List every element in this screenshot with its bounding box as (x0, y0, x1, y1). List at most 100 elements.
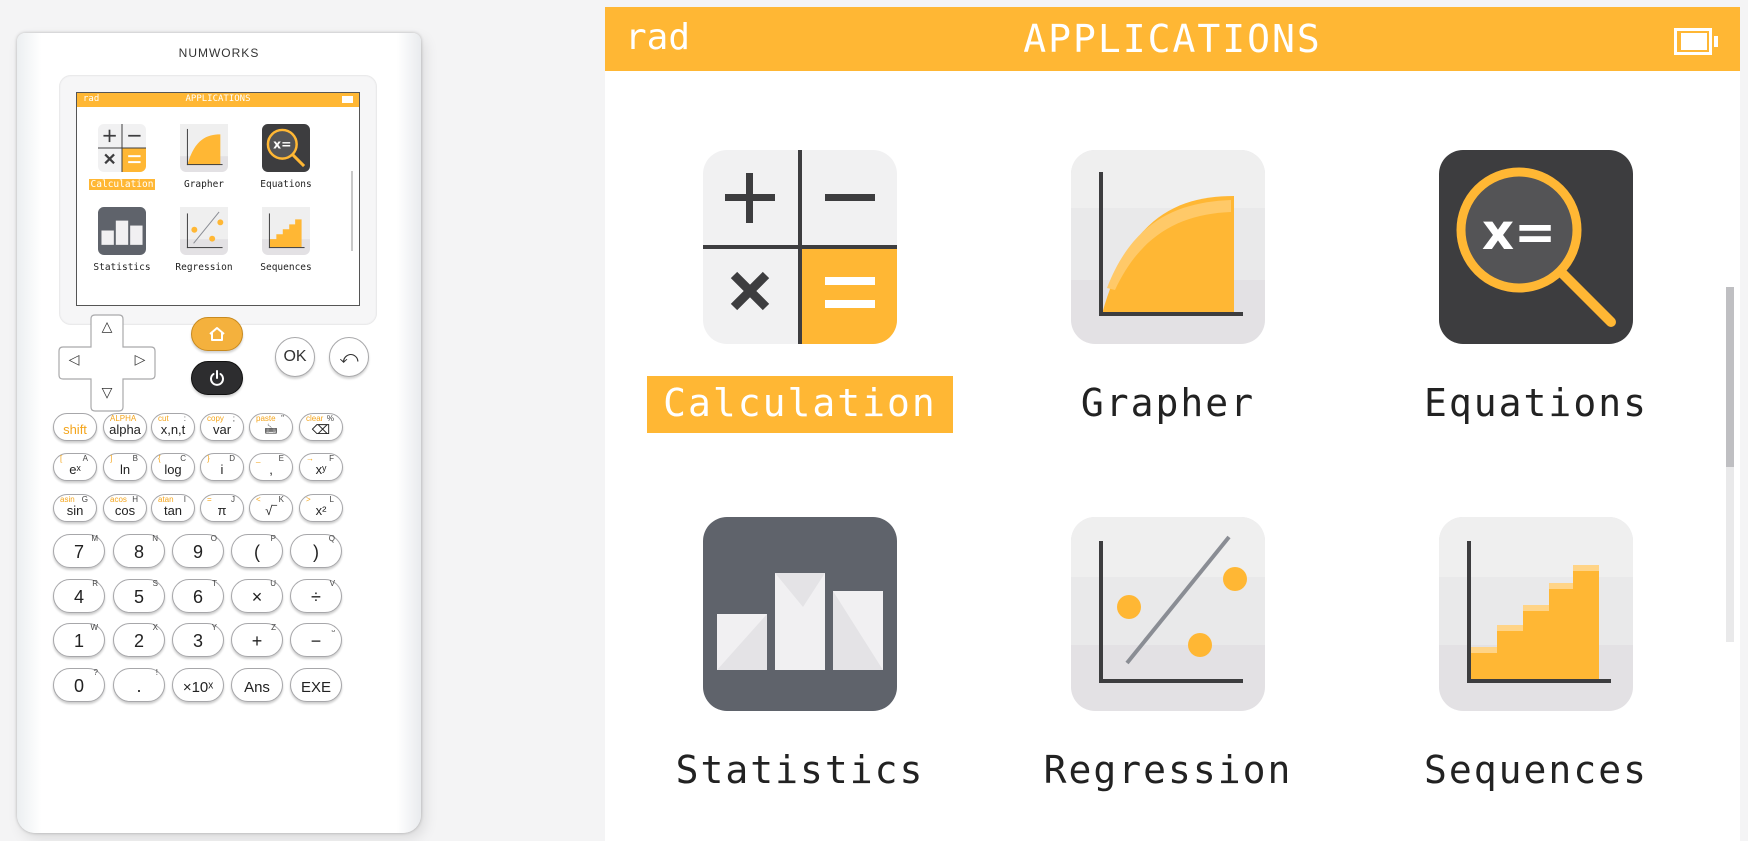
key-num-3-1[interactable]: !. (113, 668, 165, 702)
power-button[interactable] (191, 361, 243, 395)
mini-scrollbar[interactable] (351, 171, 353, 251)
key-2-3[interactable]: = Jπ (200, 494, 244, 522)
key-secondary-label: [ (60, 454, 63, 463)
mini-app-regression[interactable]: Regression (159, 207, 249, 274)
key-main-label: × (251, 587, 263, 607)
key-main-label: xʸ (315, 462, 327, 477)
key-main-label: 8 (133, 542, 144, 562)
down-arrow-button[interactable]: ▽ (97, 385, 117, 405)
key-num-1-1[interactable]: S5 (113, 579, 165, 613)
key-num-2-0[interactable]: W1 (53, 623, 105, 657)
key-secondary-label: ] (110, 454, 113, 463)
back-button[interactable]: ⤺ (329, 337, 369, 377)
calculation-icon (703, 150, 897, 344)
app-label: Calculation (647, 376, 953, 433)
key-num-3-2[interactable]: ×10ˣ (172, 668, 224, 702)
key-2-5[interactable]: > Lx² (299, 494, 343, 522)
key-1-0[interactable]: [Aeˣ (53, 453, 97, 481)
app-sequences[interactable]: Sequences (1371, 517, 1701, 800)
key-main-label: 2 (133, 631, 144, 651)
key-main-label: 1 (73, 631, 84, 651)
app-grapher[interactable]: Grapher (1003, 150, 1333, 433)
key-num-0-1[interactable]: N8 (113, 534, 165, 568)
key-num-0-4[interactable]: Q) (290, 534, 342, 568)
key-main-label: 4 (73, 587, 84, 607)
app-label: Regression (1043, 748, 1293, 792)
mini-app-label: Regression (175, 262, 233, 273)
up-arrow-button[interactable]: △ (97, 319, 117, 339)
key-main-label: . (136, 676, 142, 696)
left-arrow-button[interactable]: ◁ (64, 352, 84, 372)
key-num-3-4[interactable]: EXE (290, 668, 342, 702)
scrollbar-thumb[interactable] (1726, 287, 1734, 467)
key-num-0-0[interactable]: M7 (53, 534, 105, 568)
key-2-1[interactable]: acos Hcos (103, 494, 147, 522)
key-1-5[interactable]: → Fxʸ (299, 453, 343, 481)
mini-screen: rad APPLICATIONS Calculation Grapher x= … (76, 92, 360, 306)
key-secondary-label: = (207, 495, 212, 504)
key-main-label: ) (313, 542, 319, 562)
dpad: △ ▽ ◁ ▷ (57, 313, 157, 413)
key-num-2-3[interactable]: Z + (231, 623, 283, 657)
key-main-label: , (269, 462, 273, 477)
mini-equations-icon: x= (262, 124, 310, 172)
key-main-label: 0 (73, 676, 84, 696)
mini-grapher-icon (180, 124, 228, 172)
key-0-4[interactable]: paste " 🖮 (249, 413, 293, 441)
key-2-2[interactable]: atan Itan (151, 494, 195, 522)
equations-icon: x= (1439, 150, 1633, 344)
key-num-1-0[interactable]: R4 (53, 579, 105, 613)
sequences-icon (1439, 517, 1633, 711)
key-0-0[interactable]: shift (53, 413, 97, 441)
key-main-label: tan (163, 503, 183, 518)
mini-app-sequences[interactable]: Sequences (241, 207, 331, 274)
app-equations[interactable]: x= Equations (1371, 150, 1701, 433)
mini-status-bar: rad APPLICATIONS (77, 93, 359, 107)
key-main-label: 9 (192, 542, 203, 562)
key-0-5[interactable]: clear% ⌫ (299, 413, 343, 441)
brand-logo: NUMWORKS (178, 46, 260, 60)
key-main-label: Ans (244, 679, 270, 696)
mini-app-label: Statistics (93, 262, 151, 273)
mini-app-equations[interactable]: x= Equations (241, 124, 331, 191)
key-num-2-4[interactable]: ⎵ − (290, 623, 342, 657)
app-calculation[interactable]: Calculation (635, 150, 965, 433)
app-regression[interactable]: Regression (1003, 517, 1333, 800)
key-num-3-0[interactable]: ? 0 (53, 668, 105, 702)
right-arrow-button[interactable]: ▷ (130, 352, 150, 372)
mini-app-statistics[interactable]: Statistics (77, 207, 167, 274)
key-num-3-3[interactable]: Ans (231, 668, 283, 702)
key-main-label: i (220, 462, 224, 477)
ok-button[interactable]: OK (275, 337, 315, 377)
mini-battery-icon (342, 96, 353, 103)
app-statistics[interactable]: Statistics (635, 517, 965, 800)
app-label: Equations (1424, 381, 1648, 425)
key-0-1[interactable]: ALPHA alpha (103, 413, 147, 441)
key-alpha-label: E (278, 454, 284, 463)
svg-text:x=: x= (1482, 203, 1556, 261)
screen-bezel: rad APPLICATIONS Calculation Grapher x= … (59, 75, 377, 325)
key-num-1-4[interactable]: V ÷ (290, 579, 342, 613)
key-1-2[interactable]: {Clog (151, 453, 195, 481)
key-num-2-1[interactable]: X2 (113, 623, 165, 657)
key-main-label: + (251, 631, 263, 651)
key-0-2[interactable]: cut: x,n,t (151, 413, 195, 441)
key-main-label: ( (254, 542, 260, 562)
key-main-label: cos (114, 503, 136, 518)
key-1-1[interactable]: ] Bln (103, 453, 147, 481)
key-num-1-2[interactable]: T6 (172, 579, 224, 613)
grapher-icon (1071, 150, 1265, 344)
key-num-2-2[interactable]: Y3 (172, 623, 224, 657)
key-num-0-3[interactable]: P( (231, 534, 283, 568)
key-2-4[interactable]: < K √‾ (249, 494, 293, 522)
mini-app-grapher[interactable]: Grapher (159, 124, 249, 191)
key-num-1-3[interactable]: U × (231, 579, 283, 613)
calculator-device: NUMWORKS rad APPLICATIONS Calculation Gr… (17, 33, 421, 833)
key-2-0[interactable]: asin Gsin (53, 494, 97, 522)
key-1-4[interactable]: _ E, (249, 453, 293, 481)
key-1-3[interactable]: } Di (200, 453, 244, 481)
home-button[interactable] (191, 317, 243, 351)
key-0-3[interactable]: copy; var (200, 413, 244, 441)
key-num-0-2[interactable]: O9 (172, 534, 224, 568)
mini-app-calculation[interactable]: Calculation (77, 124, 167, 191)
